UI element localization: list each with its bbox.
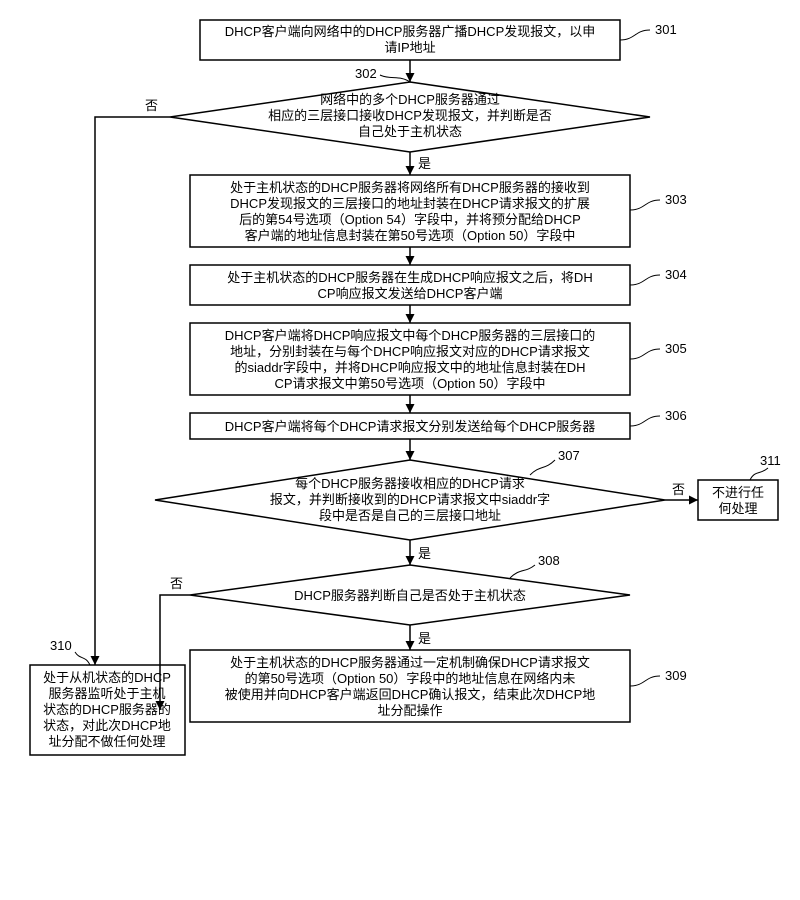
edge-308-no: 否 [170, 576, 183, 591]
svg-text:CP响应报文发送给DHCP客户端: CP响应报文发送给DHCP客户端 [318, 286, 503, 301]
svg-text:的第50号选项（Option 50）字段中的地址信息在网络内: 的第50号选项（Option 50）字段中的地址信息在网络内未 [245, 671, 576, 686]
svg-text:网络中的多个DHCP服务器通过: 网络中的多个DHCP服务器通过 [320, 92, 500, 107]
svg-text:相应的三层接口接收DHCP发现报文，并判断是否: 相应的三层接口接收DHCP发现报文，并判断是否 [268, 108, 552, 123]
svg-text:报文，并判断接收到的DHCP请求报文中siaddr字: 报文，并判断接收到的DHCP请求报文中siaddr字 [270, 492, 550, 507]
label-304: 304 [665, 267, 687, 282]
label-311: 311 [760, 453, 781, 468]
svg-text:DHCP发现报文的三层接口的地址封装在DHCP请求报文的扩展: DHCP发现报文的三层接口的地址封装在DHCP请求报文的扩展 [230, 196, 590, 211]
label-307: 307 [558, 448, 580, 463]
svg-text:服务器监听处于主机: 服务器监听处于主机 [48, 686, 165, 701]
svg-text:被使用并向DHCP客户端返回DHCP确认报文，结束此次DHC: 被使用并向DHCP客户端返回DHCP确认报文，结束此次DHCP地 [225, 687, 596, 702]
node-309: 处于主机状态的DHCP服务器通过一定机制确保DHCP请求报文 的第50号选项（O… [190, 650, 687, 722]
edge-307-no: 否 [672, 482, 685, 497]
svg-text:后的第54号选项（Option 54）字段中，并将预分配给D: 后的第54号选项（Option 54）字段中，并将预分配给DHCP [239, 212, 581, 227]
svg-text:何处理: 何处理 [718, 501, 757, 516]
label-308: 308 [538, 553, 560, 568]
node-307: 每个DHCP服务器接收相应的DHCP请求 报文，并判断接收到的DHCP请求报文中… [155, 448, 665, 540]
svg-text:客户端的地址信息封装在第50号选项（Option 50）字段: 客户端的地址信息封装在第50号选项（Option 50）字段中 [245, 228, 576, 243]
svg-text:DHCP客户端将每个DHCP请求报文分别发送给每个DHCP服: DHCP客户端将每个DHCP请求报文分别发送给每个DHCP服务器 [225, 419, 596, 434]
svg-text:请IP地址: 请IP地址 [384, 40, 435, 55]
flowchart: DHCP客户端向网络中的DHCP服务器广播DHCP发现报文，以申 请IP地址 3… [10, 10, 790, 890]
edge-302-no: 否 [145, 98, 158, 113]
node-301: DHCP客户端向网络中的DHCP服务器广播DHCP发现报文，以申 请IP地址 3… [200, 20, 677, 60]
label-303: 303 [665, 192, 687, 207]
svg-text:DHCP服务器判断自己是否处于主机状态: DHCP服务器判断自己是否处于主机状态 [294, 588, 526, 603]
svg-text:DHCP客户端将DHCP响应报文中每个DHCP服务器的三层接: DHCP客户端将DHCP响应报文中每个DHCP服务器的三层接口的 [225, 328, 596, 343]
label-309: 309 [665, 668, 687, 683]
node-306: DHCP客户端将每个DHCP请求报文分别发送给每个DHCP服务器 306 [190, 408, 687, 439]
svg-text:处于从机状态的DHCP: 处于从机状态的DHCP [43, 670, 171, 685]
svg-text:CP请求报文中第50号选项（Option 50）字段中: CP请求报文中第50号选项（Option 50）字段中 [275, 376, 546, 391]
svg-text:址分配操作: 址分配操作 [377, 703, 442, 718]
svg-text:状态，对此次DHCP地: 状态，对此次DHCP地 [43, 718, 171, 733]
svg-text:地址，分别封装在与每个DHCP响应报文对应的DHCP请求报文: 地址，分别封装在与每个DHCP响应报文对应的DHCP请求报文 [230, 344, 590, 359]
node-303: 处于主机状态的DHCP服务器将网络所有DHCP服务器的接收到 DHCP发现报文的… [190, 175, 687, 247]
label-305: 305 [665, 341, 687, 356]
node-304: 处于主机状态的DHCP服务器在生成DHCP响应报文之后，将DH CP响应报文发送… [190, 265, 687, 305]
label-310: 310 [50, 638, 72, 653]
node-310: 处于从机状态的DHCP 服务器监听处于主机 状态的DHCP服务器的 状态，对此次… [30, 638, 185, 755]
svg-text:不进行任: 不进行任 [712, 485, 764, 500]
svg-text:每个DHCP服务器接收相应的DHCP请求: 每个DHCP服务器接收相应的DHCP请求 [295, 476, 525, 491]
label-306: 306 [665, 408, 687, 423]
svg-text:状态的DHCP服务器的: 状态的DHCP服务器的 [43, 702, 171, 717]
edge-307-yes: 是 [418, 546, 431, 561]
edge-302-yes: 是 [418, 156, 431, 171]
svg-text:的siaddr字段中，并将DHCP响应报文中的地址信息封装在: 的siaddr字段中，并将DHCP响应报文中的地址信息封装在DH [234, 360, 585, 375]
label-301: 301 [655, 22, 677, 37]
label-302: 302 [355, 66, 377, 81]
svg-text:段中是否是自己的三层接口地址: 段中是否是自己的三层接口地址 [319, 508, 501, 523]
svg-text:处于主机状态的DHCP服务器在生成DHCP响应报文之后，将D: 处于主机状态的DHCP服务器在生成DHCP响应报文之后，将DH [227, 270, 592, 285]
node-301-text: DHCP客户端向网络中的DHCP服务器广播DHCP发现报文，以申 [225, 24, 596, 39]
node-311: 不进行任 何处理 311 [698, 453, 781, 520]
svg-text:址分配不做任何处理: 址分配不做任何处理 [48, 734, 165, 749]
svg-text:处于主机状态的DHCP服务器通过一定机制确保DHCP请求报文: 处于主机状态的DHCP服务器通过一定机制确保DHCP请求报文 [230, 655, 590, 670]
edge-308-yes: 是 [418, 631, 431, 646]
node-305: DHCP客户端将DHCP响应报文中每个DHCP服务器的三层接口的 地址，分别封装… [190, 323, 687, 395]
svg-text:处于主机状态的DHCP服务器将网络所有DHCP服务器的接收到: 处于主机状态的DHCP服务器将网络所有DHCP服务器的接收到 [230, 180, 590, 195]
svg-text:自己处于主机状态: 自己处于主机状态 [358, 124, 462, 139]
